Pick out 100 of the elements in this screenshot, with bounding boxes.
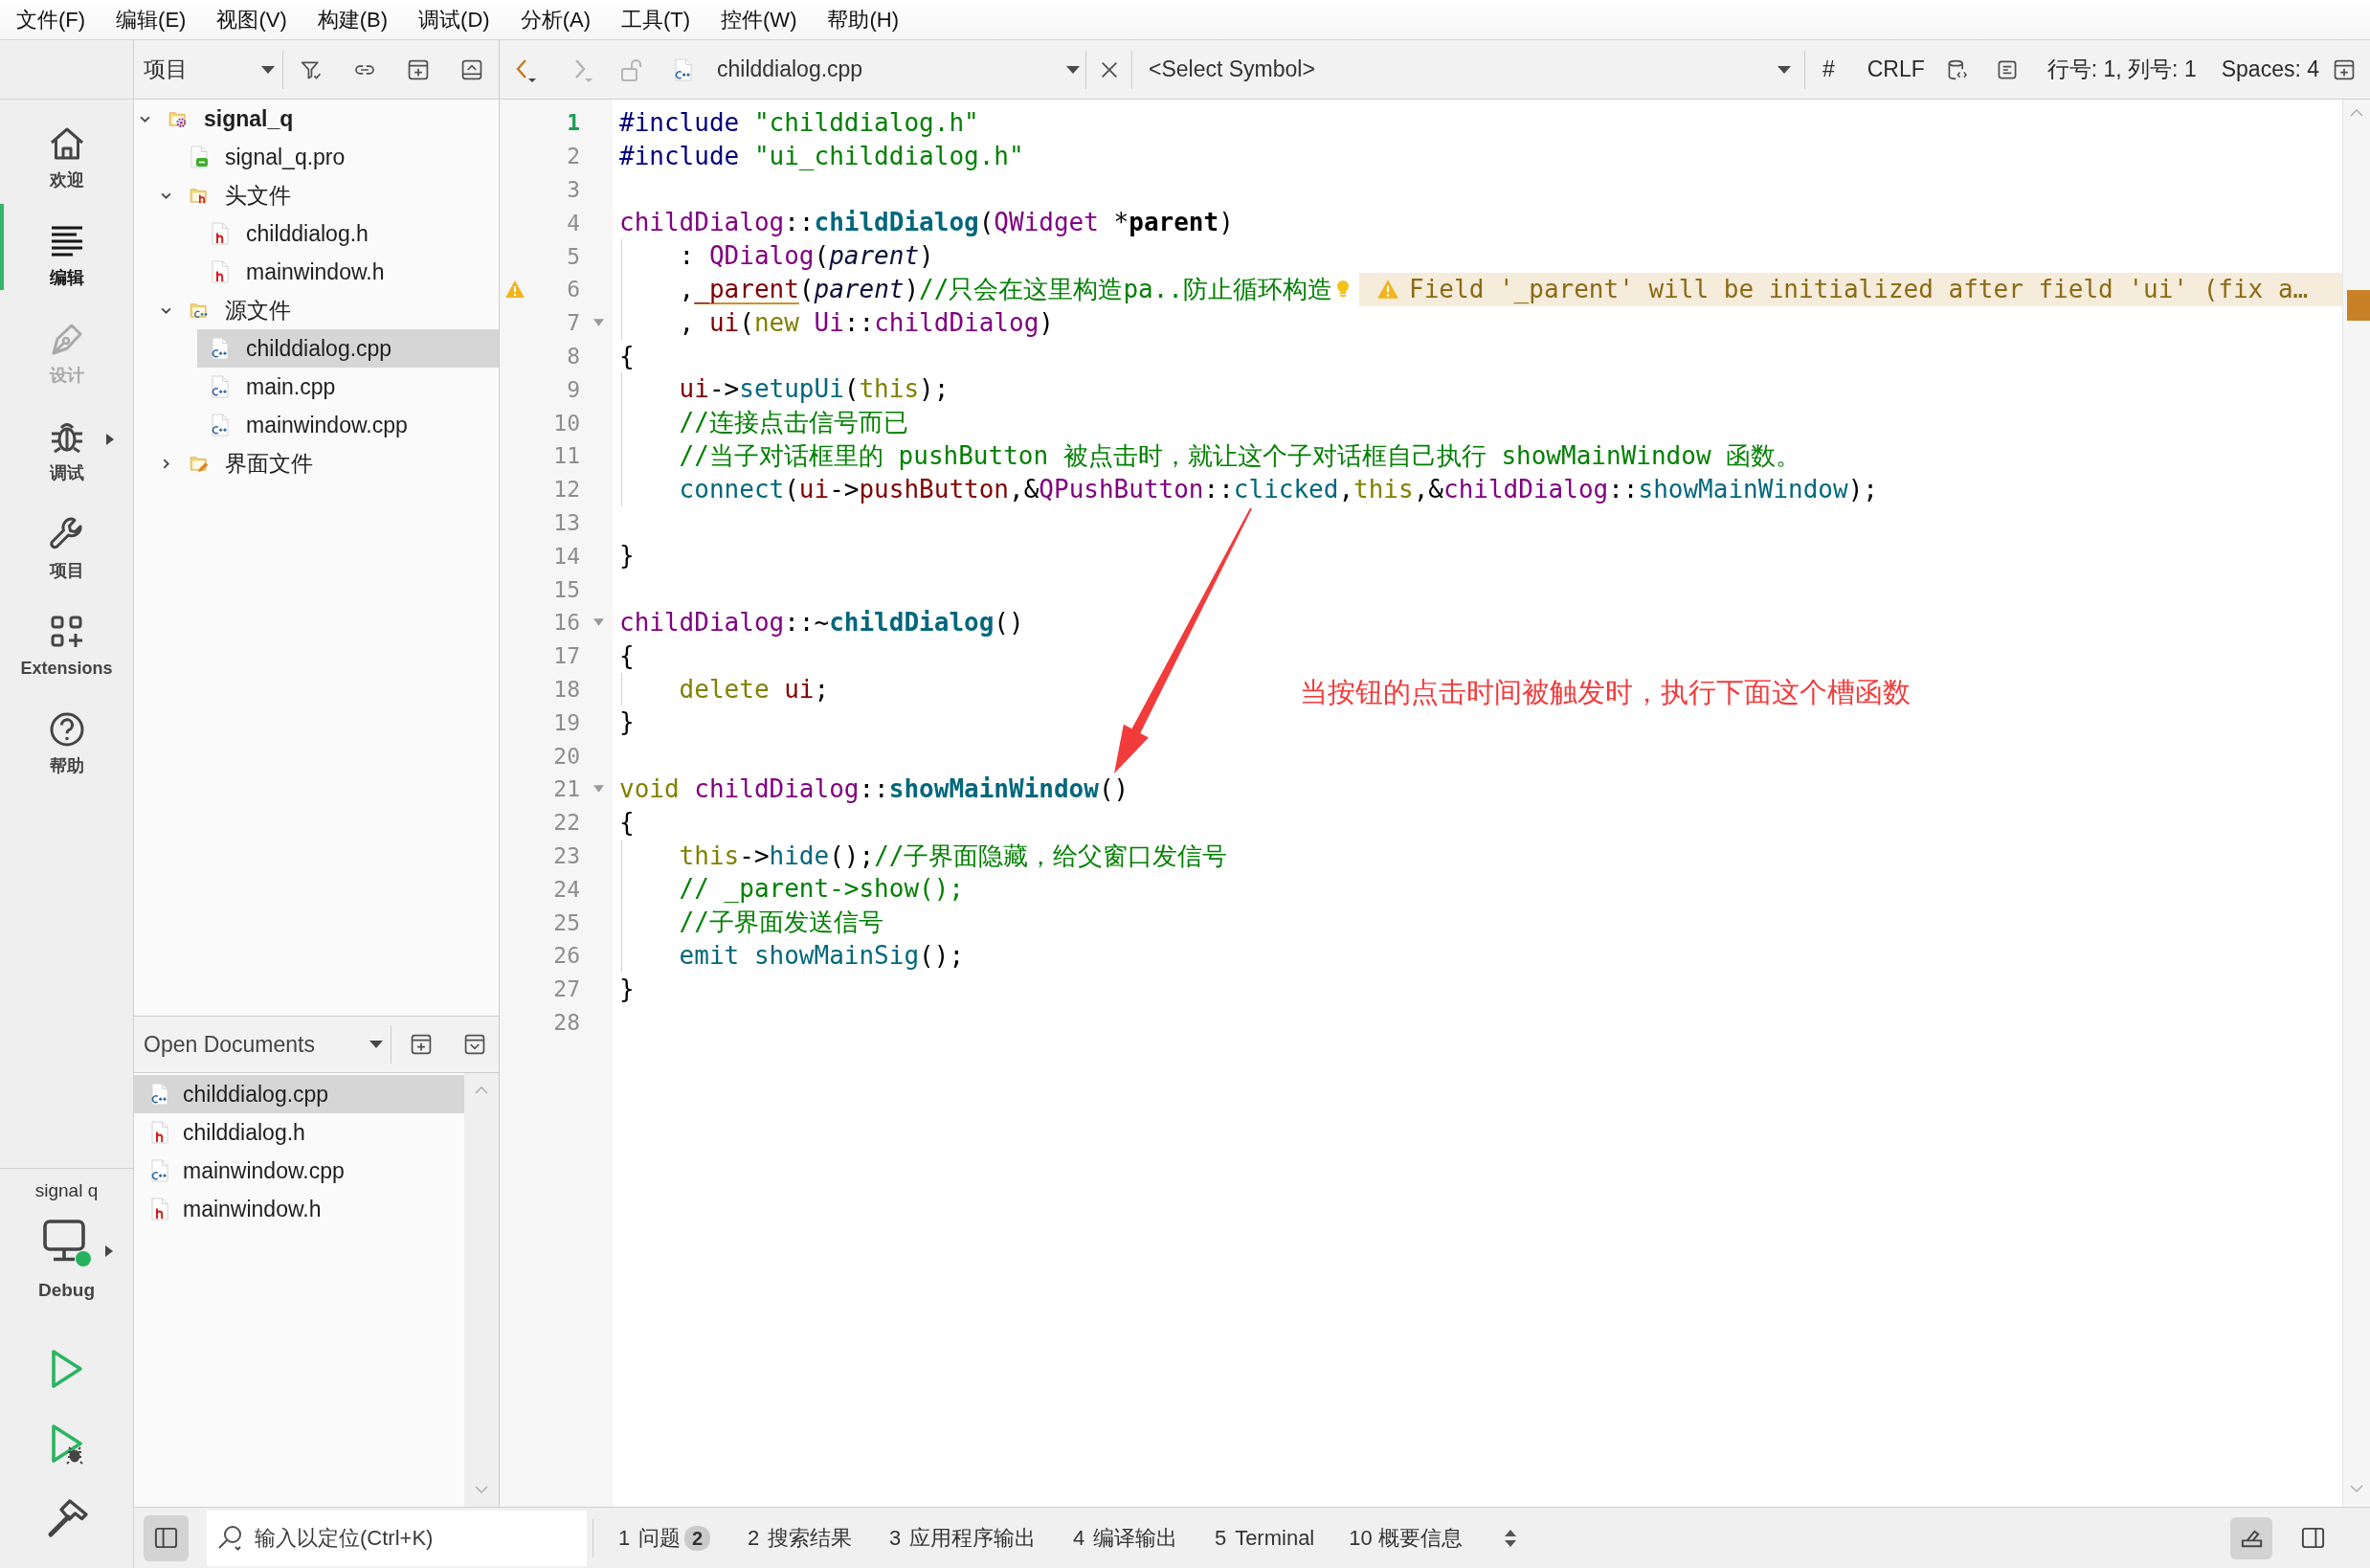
header-file-icon xyxy=(211,222,230,245)
code-line: { xyxy=(619,340,635,372)
tree-item[interactable]: mainwindow.cpp xyxy=(197,406,499,444)
code-line: childDialog::~childDialog() xyxy=(619,606,1024,638)
line-number: 4 xyxy=(566,210,581,235)
output-toggle[interactable] xyxy=(2230,1516,2272,1559)
document-item[interactable]: childdialog.h xyxy=(134,1113,464,1152)
code-line: //子界面发送信号 xyxy=(619,906,883,939)
cpp-file-icon xyxy=(674,57,693,81)
line-number: 12 xyxy=(552,477,581,503)
count-badge: 2 xyxy=(684,1525,711,1551)
cpp-file-icon xyxy=(211,414,230,437)
code-line: { xyxy=(619,639,635,672)
menu-item[interactable]: 构建(B) xyxy=(302,0,404,39)
menu-item[interactable]: 帮助(H) xyxy=(812,0,914,39)
cursor-position[interactable]: 行号: 1, 列号: 1 xyxy=(2046,55,2197,84)
kit-selector[interactable]: signal q Debug xyxy=(0,1169,133,1301)
mode-button[interactable]: 欢迎 xyxy=(0,100,133,197)
file-selector[interactable]: childdialog.cpp xyxy=(660,40,1085,99)
code-line: } xyxy=(619,540,635,572)
code-line: #include "childdialog.h" xyxy=(619,107,979,139)
fold-arrow-icon[interactable] xyxy=(592,785,604,794)
line-number: 17 xyxy=(552,643,581,669)
caret-down-icon xyxy=(261,65,275,74)
mode-button[interactable]: 调试 xyxy=(0,392,133,490)
menu-item[interactable]: 分析(A) xyxy=(504,0,606,39)
code-line: #include "ui_childdialog.h" xyxy=(619,140,1024,172)
plus-square-icon[interactable] xyxy=(2333,57,2356,81)
output-pane-tab[interactable]: 3 应用程序输出 xyxy=(886,1523,1037,1553)
code-line: void childDialog::showMainWindow() xyxy=(619,773,1129,805)
code-line: , ui(new Ui::childDialog) xyxy=(619,305,1054,340)
output-pane-tab[interactable]: 4 编译输出 xyxy=(1070,1523,1178,1553)
tree-item[interactable]: 源文件 xyxy=(176,291,499,329)
plus-square-icon[interactable] xyxy=(407,57,430,81)
output-pane-tab[interactable]: 5 Terminal xyxy=(1212,1525,1315,1551)
play-bug-icon[interactable] xyxy=(49,1422,84,1465)
tree-item[interactable]: main.cpp xyxy=(197,368,499,406)
code-line: : QDialog(parent) xyxy=(619,239,934,273)
tree-item[interactable]: childdialog.cpp xyxy=(197,329,499,368)
caret-down-icon xyxy=(1066,65,1080,74)
submenu-arrow-icon[interactable] xyxy=(106,434,114,445)
fold-arrow-icon[interactable] xyxy=(592,319,604,327)
tree-item[interactable]: signal_q xyxy=(155,100,499,138)
line-number: 3 xyxy=(566,177,581,202)
tree-item[interactable]: signal_q.pro xyxy=(176,138,499,176)
menu-item[interactable]: 编辑(E) xyxy=(101,0,202,39)
indentation-button[interactable]: Spaces: 4 xyxy=(2221,56,2319,82)
line-number: 14 xyxy=(552,543,581,569)
diagnostic-box[interactable]: Field '_parent' will be initialized after field 'ui' (fix a… xyxy=(1359,273,2342,306)
fold-arrow-icon[interactable] xyxy=(592,618,604,627)
line-number: 21 xyxy=(552,776,581,802)
plus-square-icon[interactable] xyxy=(410,1033,433,1056)
output-pane-tab[interactable]: 10 概要信息 xyxy=(1349,1523,1463,1553)
cpp-file-icon xyxy=(211,375,230,398)
mode-button[interactable]: 帮助 xyxy=(0,685,133,783)
expand-icon[interactable] xyxy=(463,1033,486,1056)
output-pane-tab[interactable]: 1 问题 2 xyxy=(615,1523,711,1553)
document-item[interactable]: childdialog.cpp xyxy=(134,1075,464,1113)
symbol-selector[interactable]: <Select Symbol> xyxy=(1132,40,1804,99)
project-file-icon xyxy=(190,146,209,168)
tree-item[interactable]: 头文件 xyxy=(176,176,499,214)
locator-field[interactable]: 输入以定位(Ctrl+K) xyxy=(207,1510,587,1566)
header-file-icon xyxy=(150,1121,169,1144)
line-number: 9 xyxy=(566,376,581,402)
menu-item[interactable]: 控件(W) xyxy=(705,0,813,39)
menu-item[interactable]: 工具(T) xyxy=(605,0,706,39)
code-line: delete ui; xyxy=(619,672,830,706)
line-ending-button[interactable]: CRLF xyxy=(1867,56,1925,82)
menu-item[interactable]: 视图(V) xyxy=(201,0,302,39)
tree-item[interactable]: 界面文件 xyxy=(176,444,499,482)
mode-button[interactable]: 项目 xyxy=(0,490,133,588)
document-item[interactable]: mainwindow.cpp xyxy=(134,1152,464,1190)
cpp-file-icon xyxy=(150,1159,169,1182)
code-line: connect(ui->pushButton,&QPushButton::clicked,this,&childDialog::showMainWindow); xyxy=(619,472,1878,506)
code-line: ui->setupUi(this); xyxy=(619,372,950,407)
caret-right-icon xyxy=(105,1245,113,1257)
line-number: 8 xyxy=(566,343,581,369)
header-file-icon xyxy=(211,260,230,283)
line-number: 7 xyxy=(566,310,581,336)
line-number: 20 xyxy=(552,743,581,769)
code-line: emit showMainSig(); xyxy=(619,938,965,973)
line-number: 26 xyxy=(552,943,581,969)
line-number: 13 xyxy=(552,509,581,535)
menu-item[interactable]: 调试(D) xyxy=(403,0,505,39)
output-pane-tab[interactable]: 2 搜索结果 xyxy=(745,1523,853,1553)
mode-button[interactable]: Extensions xyxy=(0,588,133,685)
tree-item[interactable]: mainwindow.h xyxy=(197,253,499,291)
right-panel-icon xyxy=(2299,1525,2326,1551)
caret-down-icon xyxy=(1777,65,1791,74)
scroll-marker-icon xyxy=(2347,290,2370,321)
menu-item[interactable]: 文件(F) xyxy=(0,0,101,39)
collapse-icon[interactable] xyxy=(460,57,483,81)
code-line: childDialog::childDialog(QWidget *parent) xyxy=(619,207,1234,239)
hash-button[interactable]: # xyxy=(1822,56,1835,82)
mode-button[interactable]: 编辑 xyxy=(0,197,133,295)
line-number: 6 xyxy=(566,277,581,302)
line-number: 23 xyxy=(552,842,581,868)
sidebar-toggle[interactable] xyxy=(144,1514,189,1561)
tree-item[interactable]: childdialog.h xyxy=(197,214,499,253)
document-item[interactable]: mainwindow.h xyxy=(134,1190,464,1228)
